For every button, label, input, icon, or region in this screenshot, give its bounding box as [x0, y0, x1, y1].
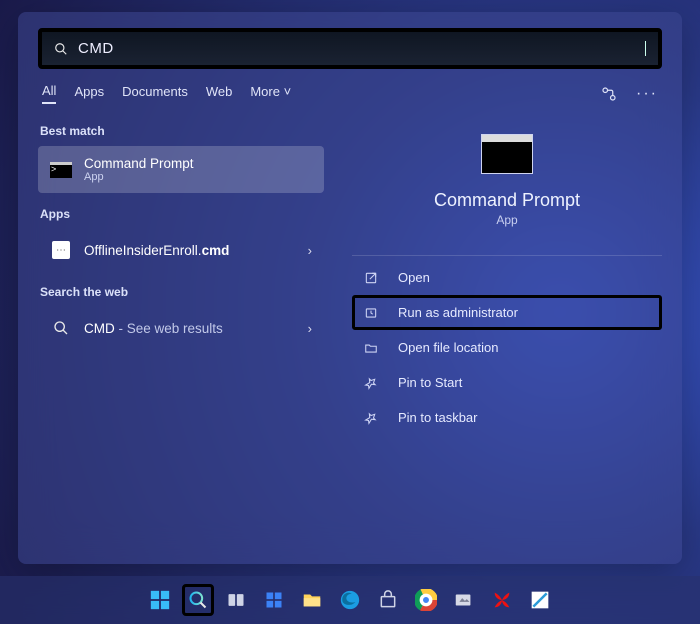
tab-documents[interactable]: Documents: [122, 84, 188, 103]
result-title: Command Prompt: [84, 156, 194, 171]
search-icon: [54, 42, 68, 56]
more-options-icon[interactable]: ···: [636, 85, 658, 103]
action-label: Pin to taskbar: [398, 410, 478, 425]
preview-subtitle: App: [352, 213, 662, 227]
action-label: Open file location: [398, 340, 498, 355]
share-icon[interactable]: [600, 85, 618, 103]
tab-apps[interactable]: Apps: [74, 84, 104, 103]
cmd-file-icon: ⋯: [50, 239, 72, 261]
text-caret: [645, 41, 646, 56]
actions-list: Open Run as administrator Open file loca…: [352, 255, 662, 435]
command-prompt-icon: [50, 159, 72, 181]
pin-icon: [364, 411, 380, 425]
store-button[interactable]: [372, 584, 404, 616]
action-pin-taskbar[interactable]: Pin to taskbar: [352, 400, 662, 435]
chrome-button[interactable]: [410, 584, 442, 616]
action-open-location[interactable]: Open file location: [352, 330, 662, 365]
tab-all[interactable]: All: [42, 83, 56, 104]
app-tile-icon: [481, 134, 533, 174]
filter-tabs: All Apps Documents Web More ˅ ···: [38, 83, 662, 104]
result-title: OfflineInsiderEnroll.cmd: [84, 243, 229, 258]
pin-icon: [364, 376, 380, 390]
file-explorer-button[interactable]: [296, 584, 328, 616]
search-icon: [50, 317, 72, 339]
task-view-button[interactable]: [220, 584, 252, 616]
paint-button[interactable]: [524, 584, 556, 616]
tab-web[interactable]: Web: [206, 84, 233, 103]
search-input[interactable]: [78, 40, 647, 57]
edge-button[interactable]: [334, 584, 366, 616]
result-command-prompt[interactable]: Command Prompt App: [38, 146, 324, 193]
start-button[interactable]: [144, 584, 176, 616]
section-apps: Apps: [40, 207, 324, 221]
widgets-button[interactable]: [258, 584, 290, 616]
action-label: Open: [398, 270, 430, 285]
action-label: Pin to Start: [398, 375, 462, 390]
search-panel: All Apps Documents Web More ˅ ··· Best m…: [18, 12, 682, 564]
section-best-match: Best match: [40, 124, 324, 138]
shield-icon: [364, 306, 380, 320]
section-search-web: Search the web: [40, 285, 324, 299]
result-offline-insider[interactable]: ⋯ OfflineInsiderEnroll.cmd ›: [38, 229, 324, 271]
action-run-admin[interactable]: Run as administrator: [352, 295, 662, 330]
chevron-right-icon: ›: [308, 243, 312, 258]
chevron-down-icon: ˅: [284, 84, 292, 99]
preview-title: Command Prompt: [352, 190, 662, 211]
result-web-search[interactable]: CMD - See web results ›: [38, 307, 324, 349]
folder-icon: [364, 341, 380, 355]
huawei-button[interactable]: [486, 584, 518, 616]
result-subtitle: App: [84, 171, 194, 183]
open-icon: [364, 271, 380, 285]
result-title: CMD - See web results: [84, 321, 223, 336]
taskbar: [0, 576, 700, 624]
snipping-tool-button[interactable]: [448, 584, 480, 616]
chevron-right-icon: ›: [308, 321, 312, 336]
action-open[interactable]: Open: [352, 260, 662, 295]
search-box[interactable]: [38, 28, 662, 69]
search-button[interactable]: [182, 584, 214, 616]
action-label: Run as administrator: [398, 305, 518, 320]
action-pin-start[interactable]: Pin to Start: [352, 365, 662, 400]
preview-pane: Command Prompt App: [352, 120, 662, 227]
tab-more[interactable]: More ˅: [250, 84, 291, 103]
